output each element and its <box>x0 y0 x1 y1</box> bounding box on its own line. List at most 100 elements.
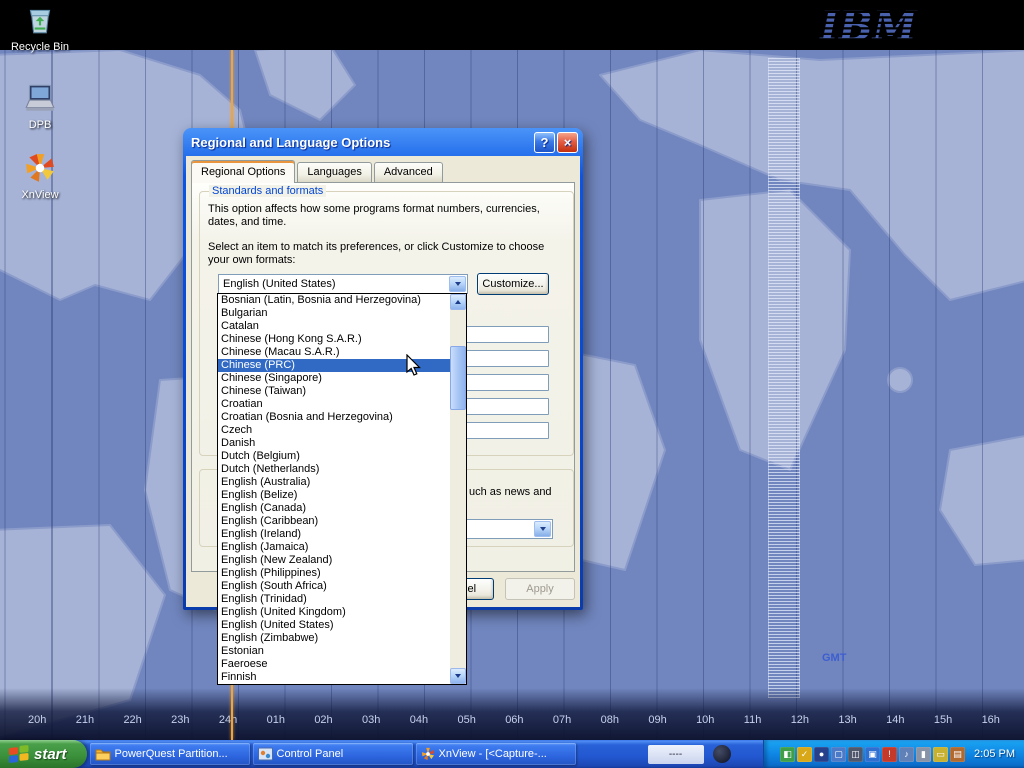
format-combobox[interactable]: English (United States) <box>218 274 468 294</box>
tray-icon[interactable]: ● <box>814 747 829 762</box>
apply-button[interactable]: Apply <box>505 578 575 600</box>
xnview-desktop-icon[interactable]: XnView <box>4 152 76 201</box>
chevron-down-icon <box>540 527 546 531</box>
close-button[interactable]: × <box>557 132 578 153</box>
task-button-control-panel[interactable]: Control Panel <box>253 743 413 765</box>
dpb-desktop-icon[interactable]: DPB <box>4 82 76 131</box>
list-scrollbar[interactable] <box>450 294 466 684</box>
tray-icon[interactable]: ▣ <box>865 747 880 762</box>
task-button-powerquest[interactable]: PowerQuest Partition... <box>90 743 250 765</box>
language-list-item[interactable]: Dutch (Belgium) <box>218 450 450 463</box>
dialog-title: Regional and Language Options <box>191 135 390 150</box>
xnview-icon <box>421 747 435 761</box>
language-list-item[interactable]: English (United Kingdom) <box>218 606 450 619</box>
language-list-item[interactable]: Chinese (Taiwan) <box>218 385 450 398</box>
language-list-item[interactable]: English (Caribbean) <box>218 515 450 528</box>
hour-label: 14h <box>886 714 904 726</box>
scroll-down-button[interactable] <box>450 668 466 684</box>
laptop-icon <box>22 82 58 114</box>
deskband[interactable]: ---- <box>648 745 704 764</box>
svg-text:IBM: IBM <box>819 3 919 50</box>
scrollbar-thumb[interactable] <box>450 346 466 410</box>
language-list-item[interactable]: English (New Zealand) <box>218 554 450 567</box>
tray-icon[interactable]: ♪ <box>899 747 914 762</box>
language-list-item[interactable]: Dutch (Netherlands) <box>218 463 450 476</box>
language-list-item[interactable]: English (Ireland) <box>218 528 450 541</box>
gmt-label: GMT <box>822 652 846 664</box>
tray-icon[interactable]: ▢ <box>831 747 846 762</box>
tray-icon[interactable]: ◧ <box>780 747 795 762</box>
recycle-bin-desktop-icon[interactable]: Recycle Bin <box>4 4 76 53</box>
customize-button-label: Customize... <box>482 278 543 290</box>
language-list-item[interactable]: Danish <box>218 437 450 450</box>
language-list-item[interactable]: English (Trinidad) <box>218 593 450 606</box>
language-list-item[interactable]: English (Zimbabwe) <box>218 632 450 645</box>
language-list-item[interactable]: English (South Africa) <box>218 580 450 593</box>
apply-button-label: Apply <box>526 583 554 595</box>
language-list-item[interactable]: Finnish <box>218 671 450 684</box>
location-description-fragment: uch as news and <box>469 486 552 498</box>
mouse-cursor <box>406 354 423 377</box>
language-list-item[interactable]: English (Canada) <box>218 502 450 515</box>
tray-icon[interactable]: ! <box>882 747 897 762</box>
task-button-label: XnView - [<Capture-... <box>439 748 547 760</box>
close-icon: × <box>564 136 572 149</box>
combobox-dropdown-button[interactable] <box>449 276 466 292</box>
language-list-item[interactable]: Croatian <box>218 398 450 411</box>
hour-label: 13h <box>838 714 856 726</box>
language-list-item[interactable]: Croatian (Bosnia and Herzegovina) <box>218 411 450 424</box>
start-button[interactable]: start <box>0 740 87 768</box>
taskbar-clock[interactable]: 2:05 PM <box>974 748 1015 760</box>
hour-label: 06h <box>505 714 523 726</box>
start-button-label: start <box>34 746 67 763</box>
windows-flag-icon <box>9 745 29 763</box>
language-list-item[interactable]: English (Belize) <box>218 489 450 502</box>
combobox-dropdown-button[interactable] <box>534 521 551 537</box>
tray-icon[interactable]: ▤ <box>950 747 965 762</box>
task-button-xnview[interactable]: XnView - [<Capture-... <box>416 743 576 765</box>
task-button-label: PowerQuest Partition... <box>115 748 228 760</box>
hour-label: 05h <box>457 714 475 726</box>
tab-advanced[interactable]: Advanced <box>374 162 443 182</box>
hour-label: 22h <box>123 714 141 726</box>
language-list-item[interactable]: Catalan <box>218 320 450 333</box>
icon-label: XnView <box>4 189 76 201</box>
recycle-bin-icon <box>22 4 58 36</box>
language-list: Bosnian (Latin, Bosnia and Herzegovina)B… <box>218 294 450 684</box>
language-list-item[interactable]: Bosnian (Latin, Bosnia and Herzegovina) <box>218 294 450 307</box>
hour-label: 12h <box>791 714 809 726</box>
hour-label: 10h <box>696 714 714 726</box>
taskbar: start PowerQuest Partition... Control Pa… <box>0 740 1024 768</box>
language-list-item[interactable]: English (United States) <box>218 619 450 632</box>
tray-icon[interactable]: ▮ <box>916 747 931 762</box>
language-list-item[interactable]: English (Philippines) <box>218 567 450 580</box>
icon-label: Recycle Bin <box>4 41 76 53</box>
dark-widget-icon[interactable] <box>713 745 731 763</box>
scrollbar-track[interactable] <box>450 310 466 668</box>
tray-icon[interactable]: ▭ <box>933 747 948 762</box>
tab-regional-options[interactable]: Regional Options <box>191 160 295 183</box>
tray-icon[interactable]: ✓ <box>797 747 812 762</box>
meridian-hatch-band <box>768 58 800 698</box>
language-list-item[interactable]: English (Australia) <box>218 476 450 489</box>
language-list-item[interactable]: Czech <box>218 424 450 437</box>
hour-label: 03h <box>362 714 380 726</box>
help-button[interactable]: ? <box>534 132 555 153</box>
language-list-item[interactable]: Chinese (Hong Kong S.A.R.) <box>218 333 450 346</box>
language-dropdown-list: Bosnian (Latin, Bosnia and Herzegovina)B… <box>217 293 467 685</box>
language-list-item[interactable]: English (Jamaica) <box>218 541 450 554</box>
task-button-label: Control Panel <box>277 748 344 760</box>
hour-labels-row: 20h21h22h23h24h01h02h03h04h05h06h07h08h0… <box>28 714 1000 726</box>
language-list-item[interactable]: Estonian <box>218 645 450 658</box>
tray-icon[interactable]: ◫ <box>848 747 863 762</box>
wallpaper-top-band: IBM <box>0 0 1024 50</box>
language-list-item[interactable]: Bulgarian <box>218 307 450 320</box>
icon-label: DPB <box>4 119 76 131</box>
hour-label: 20h <box>28 714 46 726</box>
scroll-up-button[interactable] <box>450 294 466 310</box>
language-list-item[interactable]: Faeroese <box>218 658 450 671</box>
tab-languages[interactable]: Languages <box>297 162 371 182</box>
dialog-titlebar[interactable]: Regional and Language Options ? × <box>183 128 583 156</box>
standards-description-text: This option affects how some programs fo… <box>208 203 560 229</box>
customize-button[interactable]: Customize... <box>477 273 549 295</box>
